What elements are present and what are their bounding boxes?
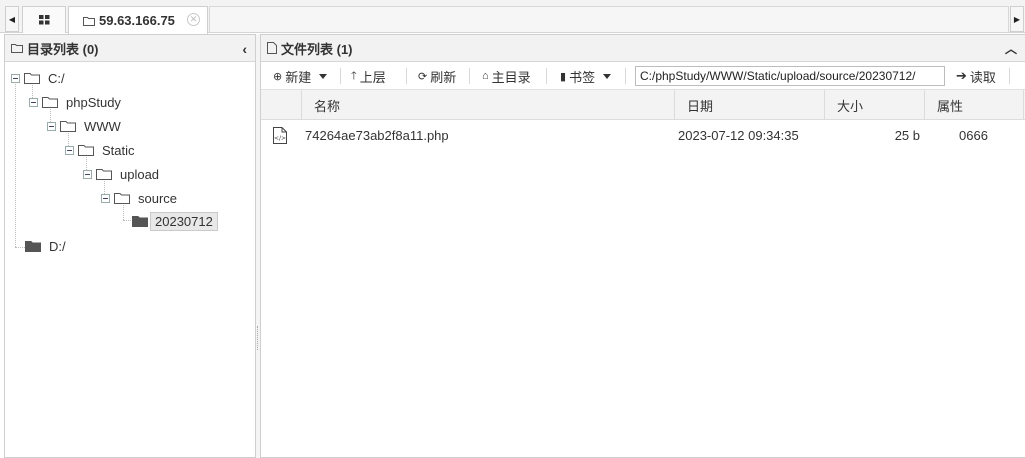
tab-home[interactable] — [22, 6, 66, 33]
directory-panel-title: 目录列表 (0) — [27, 41, 99, 57]
folder-icon — [42, 97, 58, 108]
tree-collapse-icon[interactable] — [83, 169, 92, 179]
column-header: 日期 — [687, 98, 714, 114]
column-header: 名称 — [314, 98, 341, 114]
bookmark-icon: ▮ — [560, 70, 567, 83]
folder-outline-icon — [83, 16, 95, 26]
splitter-grip[interactable] — [257, 326, 259, 350]
tab-title: 59.63.166.75 — [99, 13, 175, 28]
directory-tree: C:/ phpStudy WWW Static upload source 20… — [5, 62, 255, 442]
tree-label: D:/ — [49, 238, 66, 254]
tree-node-20230712[interactable]: 20230712 — [132, 211, 218, 231]
tab-scroll-left-button[interactable]: ◀ — [5, 6, 19, 32]
tree-label: source — [138, 190, 178, 206]
tree-label-selected: 20230712 — [150, 211, 218, 231]
tree-label: Static — [102, 142, 135, 158]
file-attr: 0666 — [959, 127, 988, 143]
new-button-label: 新建 — [285, 69, 312, 85]
file-grid-header: 名称 日期 大小 属性 — [261, 90, 1025, 120]
tree-node-static[interactable]: Static — [65, 140, 135, 160]
new-button[interactable]: ⊕ 新建 — [273, 62, 328, 90]
tree-collapse-icon[interactable] — [11, 73, 20, 83]
up-button-label: 上层 — [359, 69, 386, 85]
read-button-label: 读取 — [969, 69, 996, 85]
tree-node-c[interactable]: C:/ — [11, 68, 65, 88]
column-attr[interactable]: 属性 — [924, 90, 1024, 120]
tab-connection[interactable]: 59.63.166.75 ✕ — [68, 6, 208, 34]
collapse-up-icon[interactable]: ︿ — [1005, 40, 1017, 57]
tree-node-phpstudy[interactable]: phpStudy — [29, 92, 121, 112]
column-name[interactable]: 名称 — [301, 90, 674, 120]
plus-circle-icon: ⊕ — [273, 70, 283, 83]
home-button-label: 主目录 — [491, 69, 531, 85]
file-size: 25 b — [894, 127, 920, 143]
column-header: 大小 — [837, 98, 864, 114]
folder-filled-icon — [25, 241, 41, 252]
php-file-icon: </> — [273, 126, 287, 144]
read-button[interactable]: ➔ 读取 — [956, 62, 996, 90]
column-header: 属性 — [937, 98, 964, 114]
folder-outline-icon — [11, 44, 23, 53]
column-size[interactable]: 大小 — [824, 90, 924, 120]
tree-label: phpStudy — [66, 94, 121, 110]
file-row[interactable]: </> 74264ae73ab2f8a11.php 2023-07-12 09:… — [261, 120, 1025, 150]
file-icon-cell: </> — [273, 120, 293, 150]
arrow-right-icon: ➔ — [956, 68, 967, 83]
folder-icon — [24, 73, 40, 84]
tree-label: C:/ — [48, 70, 65, 86]
bookmark-button[interactable]: ▮ 书签 — [560, 62, 612, 90]
tree-collapse-icon[interactable] — [47, 121, 56, 131]
tab-bar: ◀ 59.63.166.75 ✕ ▶ — [0, 0, 1025, 34]
tree-node-upload[interactable]: upload — [83, 164, 159, 184]
svg-text:</>: </> — [274, 135, 286, 142]
tree-label: upload — [120, 166, 160, 182]
tab-strip-filler — [209, 6, 1009, 32]
tab-scroll-right-button[interactable]: ▶ — [1010, 6, 1024, 32]
grid-icon — [38, 15, 49, 25]
refresh-button-label: 刷新 — [430, 69, 457, 85]
folder-filled-icon — [132, 216, 148, 227]
home-button[interactable]: ⌂ 主目录 — [482, 62, 531, 90]
path-input[interactable] — [635, 66, 945, 86]
file-panel-header: 文件列表 (1) ︿ — [261, 35, 1025, 62]
refresh-icon: ⟳ — [418, 70, 428, 83]
chevron-down-icon — [319, 73, 328, 79]
file-panel-title: 文件列表 (1) — [281, 41, 353, 57]
directory-panel: 目录列表 (0) ‹ C:/ phpStudy WWW Static uploa… — [4, 34, 256, 458]
tree-collapse-icon[interactable] — [29, 97, 38, 107]
file-panel: 文件列表 (1) ︿ ⊕ 新建 🡑 上层 ⟳ 刷新 ⌂ 主目录 ▮ 书签 C:/… — [260, 34, 1025, 458]
chevron-down-icon — [603, 73, 612, 79]
collapse-left-icon[interactable]: ‹ — [242, 41, 247, 57]
tree-collapse-icon[interactable] — [65, 145, 74, 155]
file-name[interactable]: 74264ae73ab2f8a11.php — [305, 120, 449, 150]
folder-icon — [96, 169, 112, 180]
tree-node-source[interactable]: source — [101, 188, 177, 208]
tree-node-www[interactable]: WWW — [47, 116, 121, 136]
arrow-up-icon: 🡑 — [351, 69, 357, 82]
up-button[interactable]: 🡑 上层 — [351, 62, 386, 90]
bookmark-button-label: 书签 — [569, 69, 596, 85]
tab-close-icon[interactable]: ✕ — [187, 13, 200, 26]
folder-icon — [114, 193, 130, 204]
file-toolbar: ⊕ 新建 🡑 上层 ⟳ 刷新 ⌂ 主目录 ▮ 书签 ➔ 读取 — [261, 62, 1025, 90]
folder-icon — [78, 145, 94, 156]
column-date[interactable]: 日期 — [674, 90, 824, 120]
folder-icon — [60, 121, 76, 132]
tree-collapse-icon[interactable] — [101, 193, 110, 203]
tree-node-d[interactable]: D:/ — [25, 236, 66, 256]
home-icon: ⌂ — [482, 70, 489, 82]
tree-label: WWW — [84, 118, 121, 134]
file-outline-icon — [267, 42, 277, 54]
refresh-button[interactable]: ⟳ 刷新 — [418, 62, 456, 90]
file-date: 2023-07-12 09:34:35 — [678, 127, 799, 143]
directory-panel-header: 目录列表 (0) ‹ — [5, 35, 255, 62]
